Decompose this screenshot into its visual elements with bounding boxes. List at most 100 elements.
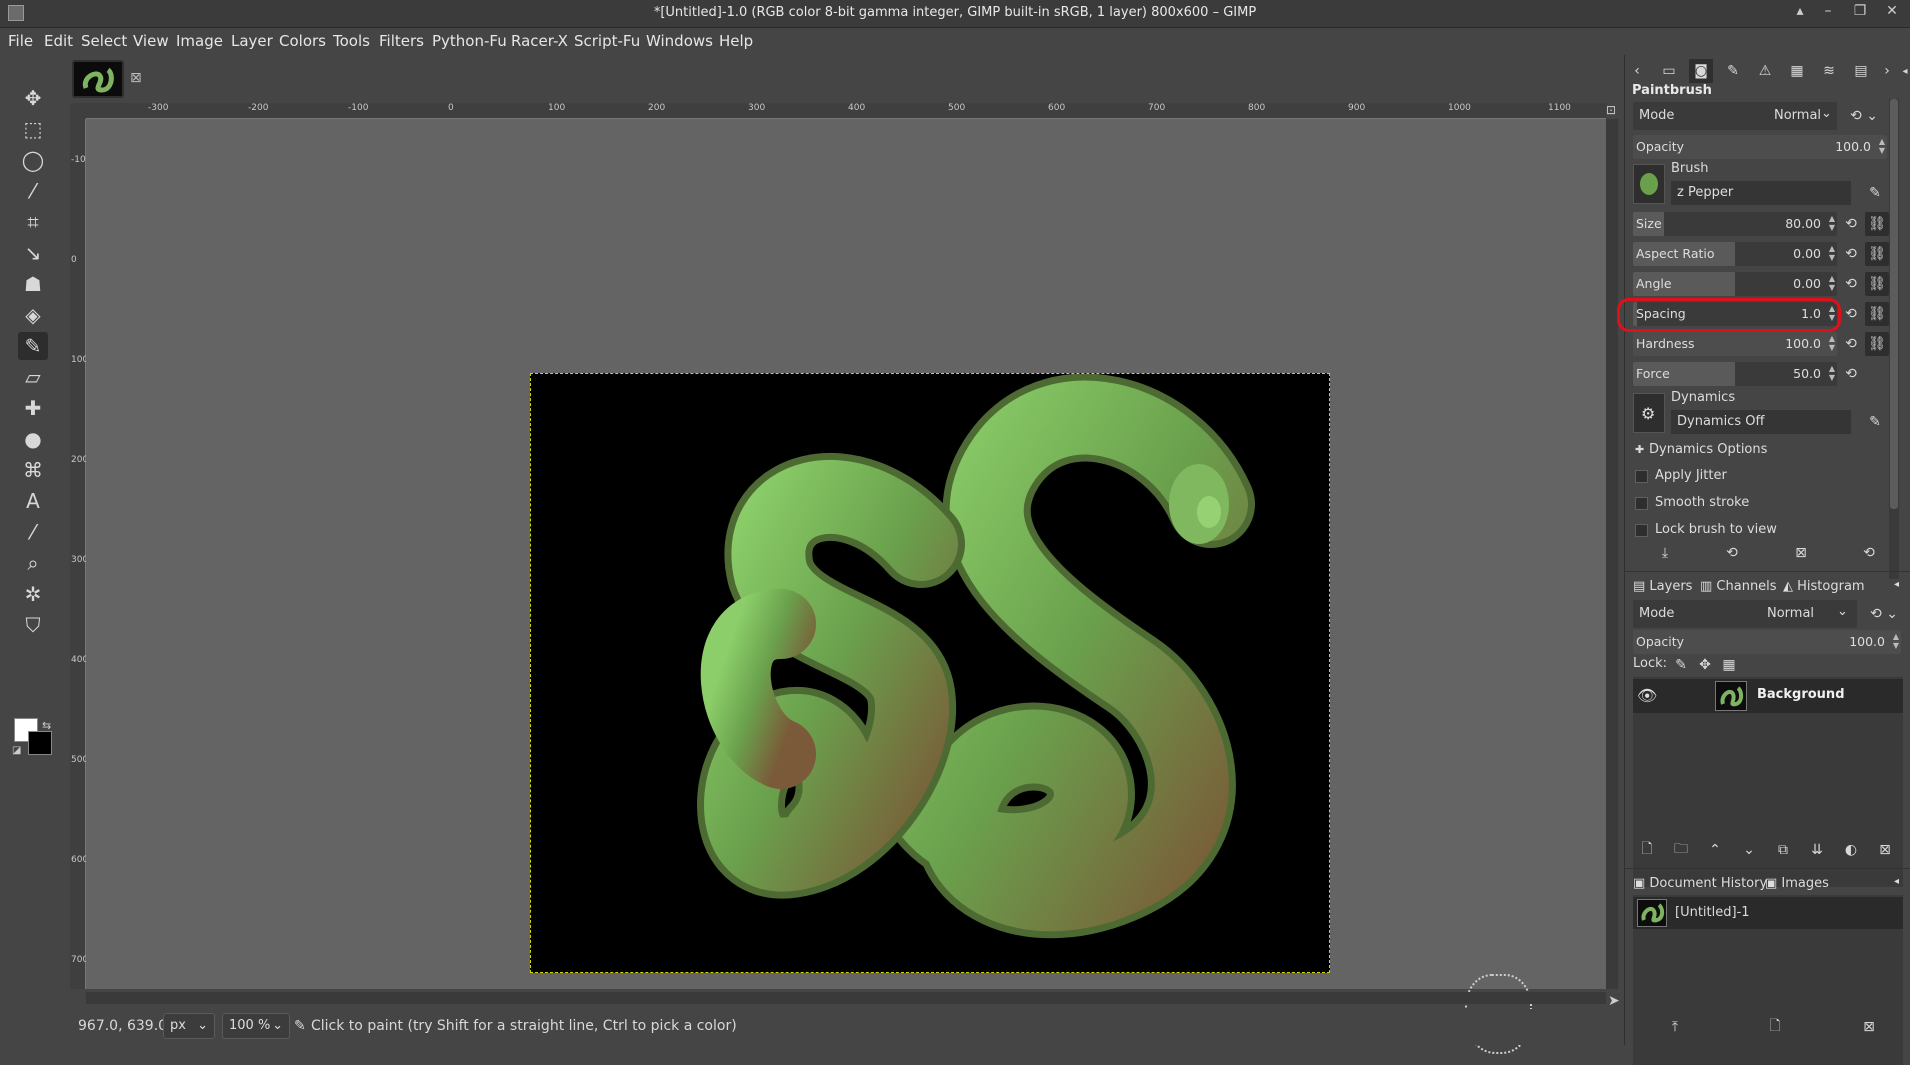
zoom-tool-icon[interactable]: ⌕ [18, 549, 48, 577]
spin-arrows-icon[interactable]: ▲ ▼ [1829, 334, 1835, 352]
edit-dynamics-icon[interactable]: ✎ [1863, 410, 1887, 434]
unified-transform-tool-icon[interactable]: ↘ [18, 239, 48, 267]
ruler-corner[interactable] [70, 103, 86, 119]
tab-histogram[interactable]: ◭ Histogram [1783, 579, 1865, 594]
menu-racer-x[interactable]: Racer-X [511, 32, 568, 50]
paint-mode-select[interactable]: Mode Normal ⌄ [1633, 102, 1837, 130]
lower-layer-icon[interactable]: ⌄ [1737, 838, 1761, 862]
apply-jitter-checkbox[interactable] [1635, 470, 1648, 483]
vertical-scrollbar[interactable] [1606, 119, 1618, 989]
new-layer-icon[interactable]: 🗋 [1635, 838, 1659, 862]
menu-select[interactable]: Select [81, 32, 127, 50]
fonts-tab-icon[interactable]: ▤ [1849, 59, 1873, 83]
warp-transform-tool-icon[interactable]: ☗ [18, 270, 48, 298]
eraser-tool-icon[interactable]: ▱ [18, 363, 48, 391]
link-hardness-icon[interactable]: ⛓ [1865, 332, 1889, 356]
dynamics-options-expander[interactable]: Dynamics Options [1649, 442, 1767, 457]
raise-layer-icon[interactable]: ⌃ [1703, 838, 1727, 862]
save-options-icon[interactable]: ⤓ [1653, 541, 1677, 565]
spin-arrows-icon[interactable]: ▲ ▼ [1829, 214, 1835, 232]
unit-select[interactable]: px ⌄ [163, 1013, 215, 1039]
reset-hardness-icon[interactable]: ⟲ [1839, 332, 1863, 356]
vertical-ruler[interactable]: -100 0 100 200 300 400 500 600 700 [70, 119, 91, 989]
spin-arrows-icon[interactable]: ▲ ▼ [1879, 137, 1885, 155]
blur-tool-icon[interactable]: ● [18, 425, 48, 453]
dynamics-name-field[interactable]: Dynamics Off [1671, 410, 1851, 434]
close-window-button[interactable]: ✕ [1882, 3, 1902, 19]
rect-select-tool-icon[interactable]: ⬚ [18, 115, 48, 143]
link-aspect-icon[interactable]: ⛓ [1865, 242, 1889, 266]
restore-button[interactable]: ❐ [1850, 3, 1870, 19]
layer-row[interactable]: 👁 Background [1633, 679, 1903, 713]
chevron-left-icon[interactable]: ‹ [1625, 59, 1649, 83]
default-colors-icon[interactable]: ◪ [12, 745, 21, 756]
new-display-icon[interactable]: 🗋 [1763, 1015, 1787, 1039]
menu-view[interactable]: View [133, 32, 169, 50]
add-mask-icon[interactable]: ◐ [1839, 838, 1863, 862]
menu-file[interactable]: File [8, 32, 33, 50]
spin-arrows-icon[interactable]: ▲ ▼ [1829, 364, 1835, 382]
minimize-button[interactable]: – [1818, 3, 1838, 19]
swap-colors-icon[interactable]: ⇆ [42, 719, 51, 732]
zoom-lock-icon[interactable]: ⊡ [1606, 103, 1622, 119]
image-tab[interactable] [72, 60, 124, 98]
size-slider[interactable]: Size 80.00 ▲ ▼ [1633, 212, 1837, 236]
edit-brush-icon[interactable]: ✎ [1863, 181, 1887, 205]
layers-dock-menu-icon[interactable]: ◂ [1894, 579, 1899, 590]
close-tab-icon[interactable]: ⊠ [130, 70, 142, 86]
text-tool-icon[interactable]: A [18, 487, 48, 515]
canvas-area[interactable] [86, 119, 1606, 1054]
delete-image-icon[interactable]: ⊠ [1857, 1015, 1881, 1039]
image-list-item[interactable]: [Untitled]-1 [1633, 897, 1903, 929]
restore-options-icon[interactable]: ⟲ [1720, 541, 1744, 565]
horizontal-scrollbar[interactable] [86, 992, 1606, 1004]
move-tool-icon[interactable]: ✥ [18, 84, 48, 112]
menu-layer[interactable]: Layer [231, 32, 273, 50]
layer-mode-select[interactable]: Mode Normal ⌄ [1633, 600, 1857, 628]
lock-alpha-icon[interactable]: ▦ [1717, 653, 1741, 677]
menu-colors[interactable]: Colors [279, 32, 326, 50]
horizontal-ruler[interactable]: -300 -200 -100 0 100 200 300 400 500 600… [86, 103, 1606, 119]
lock-pixels-icon[interactable]: ✎ [1669, 653, 1693, 677]
lock-position-icon[interactable]: ✥ [1693, 653, 1717, 677]
menu-image[interactable]: Image [176, 32, 223, 50]
crop-tool-icon[interactable]: ⌗ [18, 208, 48, 236]
duplicate-layer-icon[interactable]: ⧉ [1771, 838, 1795, 862]
patterns-tab-icon[interactable]: ▦ [1785, 59, 1809, 83]
menu-help[interactable]: Help [719, 32, 753, 50]
dynamics-tab-icon[interactable]: ⚠ [1753, 59, 1777, 83]
bucket-fill-tool-icon[interactable]: ◈ [18, 301, 48, 329]
zoom-select[interactable]: 100 % ⌄ [222, 1013, 290, 1039]
force-slider[interactable]: Force 50.0 ▲ ▼ [1633, 362, 1837, 386]
raise-view-icon[interactable]: ⤒ [1663, 1015, 1687, 1039]
menu-windows[interactable]: Windows [646, 32, 713, 50]
layer-mode-reset-icon[interactable]: ⟲ ⌄ [1862, 602, 1906, 626]
merge-down-icon[interactable]: ⇊ [1805, 838, 1829, 862]
tab-document-history[interactable]: ▣ Document History [1633, 876, 1767, 891]
lock-brush-checkbox[interactable] [1635, 524, 1648, 537]
menu-tools[interactable]: Tools [333, 32, 370, 50]
menu-edit[interactable]: Edit [44, 32, 73, 50]
link-spacing-icon[interactable]: ⛓ [1865, 302, 1889, 326]
layer-name[interactable]: Background [1757, 687, 1845, 702]
image-canvas[interactable] [530, 373, 1330, 973]
fuzzy-select-tool-icon[interactable]: ⁄ [18, 177, 48, 205]
delete-options-icon[interactable]: ⊠ [1789, 541, 1813, 565]
tool-options-tab-icon[interactable]: ◙ [1689, 59, 1713, 83]
opacity-slider[interactable]: Opacity 100.0 ▲ ▼ [1633, 135, 1887, 159]
tab-images[interactable]: ▣ Images [1765, 876, 1829, 891]
delete-layer-icon[interactable]: ⊠ [1873, 838, 1897, 862]
free-select-tool-icon[interactable]: ◯ [18, 146, 48, 174]
paintbrush-tool-icon[interactable]: ✎ [18, 332, 48, 360]
brush-name-field[interactable]: z Pepper [1671, 181, 1851, 205]
navigate-icon[interactable]: ➤ [1608, 993, 1620, 1009]
mode-reset-icon[interactable]: ⟲ ⌄ [1842, 104, 1886, 128]
expander-icon[interactable]: ✚ [1635, 443, 1644, 456]
link-angle-icon[interactable]: ⛓ [1865, 272, 1889, 296]
background-color-swatch[interactable] [28, 731, 52, 755]
angle-slider[interactable]: Angle 0.00 ▲ ▼ [1633, 272, 1837, 296]
reset-force-icon[interactable]: ⟲ [1839, 362, 1863, 386]
aspect-ratio-slider[interactable]: Aspect Ratio 0.00 ▲ ▼ [1633, 242, 1837, 266]
reset-angle-icon[interactable]: ⟲ [1839, 272, 1863, 296]
spin-arrows-icon[interactable]: ▲ ▼ [1893, 632, 1899, 650]
